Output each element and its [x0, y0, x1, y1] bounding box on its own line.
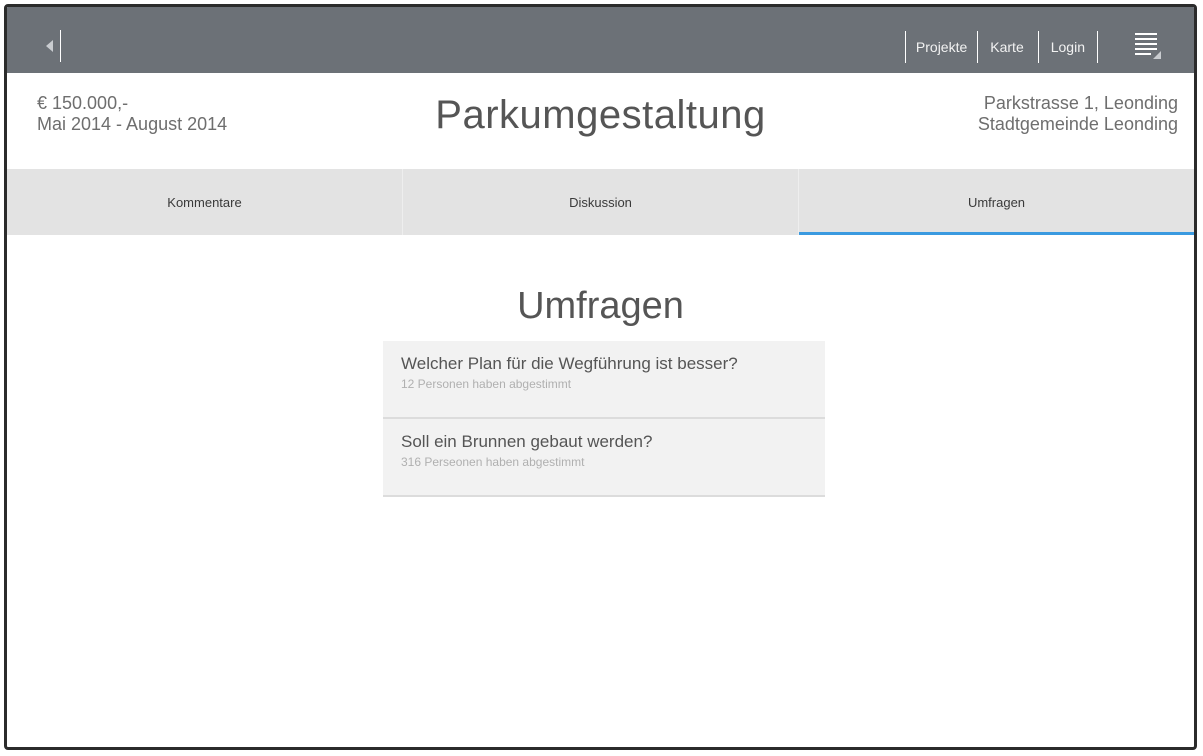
section-title: Umfragen — [517, 285, 684, 327]
tab-umfragen[interactable]: Umfragen — [798, 169, 1194, 235]
nav-links: Projekte Karte Login — [904, 30, 1098, 64]
top-navigation-bar: Projekte Karte Login — [7, 7, 1194, 73]
project-header: € 150.000,- Mai 2014 - August 2014 Parku… — [7, 73, 1194, 169]
app-frame: Projekte Karte Login € 150.000,- Mai 201… — [4, 4, 1197, 750]
poll-question: Welcher Plan für die Wegführung ist bess… — [401, 354, 738, 373]
tab-bar: Kommentare Diskussion Umfragen — [7, 169, 1194, 235]
poll-vote-count: 316 Perseonen haben abgestimmt — [401, 455, 585, 469]
back-button[interactable] — [43, 29, 69, 63]
nav-login-link[interactable]: Login — [1039, 39, 1097, 55]
nav-karte-link[interactable]: Karte — [978, 39, 1037, 55]
poll-question: Soll ein Brunnen gebaut werden? — [401, 432, 653, 451]
nav-divider — [1097, 31, 1098, 63]
tab-kommentare[interactable]: Kommentare — [7, 169, 402, 235]
poll-item[interactable]: Soll ein Brunnen gebaut werden? 316 Pers… — [383, 419, 825, 497]
project-address: Parkstrasse 1, Leonding — [983, 93, 1178, 113]
tab-diskussion[interactable]: Diskussion — [402, 169, 798, 235]
nav-projekte-link[interactable]: Projekte — [906, 39, 977, 55]
poll-list: Welcher Plan für die Wegführung ist bess… — [383, 341, 825, 497]
project-meta-right: Parkstrasse 1, Leonding Stadtgemeinde Le… — [978, 93, 1178, 135]
project-municipality: Stadtgemeinde Leonding — [977, 114, 1178, 134]
poll-vote-count: 12 Personen haben abgestimmt — [401, 377, 572, 391]
poll-item[interactable]: Welcher Plan für die Wegführung ist bess… — [383, 341, 825, 419]
back-divider — [60, 30, 61, 62]
hamburger-menu-icon[interactable] — [1132, 29, 1164, 61]
back-arrow-icon — [46, 40, 53, 52]
